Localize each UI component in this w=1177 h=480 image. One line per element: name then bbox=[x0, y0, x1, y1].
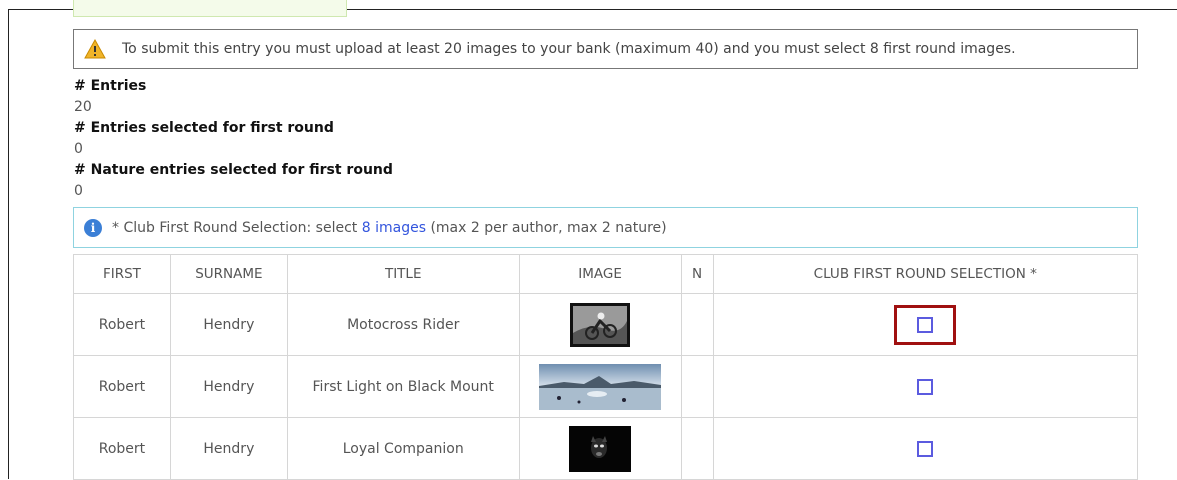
cell-first: Robert bbox=[73, 355, 171, 418]
cell-n bbox=[680, 355, 714, 418]
info-circle-icon: i bbox=[84, 218, 102, 237]
entries-table: FIRST SURNAME TITLE IMAGE N CLUB FIRST R… bbox=[73, 254, 1138, 480]
cell-title: First Light on Black Mount bbox=[286, 355, 520, 418]
cell-surname: Hendry bbox=[169, 417, 288, 480]
table-row: Robert Hendry Motocross Rider bbox=[73, 293, 1138, 356]
cell-first: Robert bbox=[73, 417, 171, 480]
stat-value-nature-selected: 0 bbox=[74, 183, 83, 199]
info-suffix: (max 2 per author, max 2 nature) bbox=[430, 219, 667, 236]
selection-checkbox[interactable] bbox=[917, 440, 934, 457]
header-image: IMAGE bbox=[518, 254, 682, 294]
table-row: Robert Hendry Loyal Companion bbox=[73, 417, 1138, 480]
warning-text: To submit this entry you must upload at … bbox=[122, 41, 1016, 57]
stat-label-entries: # Entries bbox=[74, 78, 147, 94]
selection-checkbox[interactable] bbox=[917, 378, 934, 395]
cell-selection bbox=[712, 417, 1138, 480]
entry-stats: # Entries 20 # Entries selected for firs… bbox=[74, 76, 393, 202]
images-link[interactable]: 8 images bbox=[362, 220, 426, 236]
cell-surname: Hendry bbox=[169, 355, 288, 418]
warning-triangle-icon bbox=[84, 39, 106, 59]
highlight-box bbox=[894, 304, 957, 345]
cell-first: Robert bbox=[73, 293, 171, 356]
success-banner-edge bbox=[73, 0, 347, 17]
thumbnail-first-light[interactable] bbox=[539, 363, 662, 410]
thumbnail-motocross-rider[interactable] bbox=[570, 302, 631, 347]
cell-n bbox=[680, 417, 714, 480]
cell-selection bbox=[712, 355, 1138, 418]
cell-surname: Hendry bbox=[169, 293, 288, 356]
stat-label-selected: # Entries selected for first round bbox=[74, 120, 334, 136]
warning-alert: To submit this entry you must upload at … bbox=[73, 29, 1138, 69]
cell-n bbox=[680, 293, 714, 356]
stat-label-nature-selected: # Nature entries selected for first roun… bbox=[74, 162, 393, 178]
cell-image bbox=[518, 293, 682, 356]
header-n: N bbox=[680, 254, 714, 294]
table-row: Robert Hendry First Light on Black Mount bbox=[73, 355, 1138, 418]
header-first[interactable]: FIRST bbox=[73, 254, 171, 294]
stat-value-entries: 20 bbox=[74, 99, 92, 115]
cell-selection bbox=[712, 293, 1138, 356]
info-prefix: * Club First Round Selection: select bbox=[112, 219, 358, 236]
info-alert: i * Club First Round Selection: select 8… bbox=[73, 207, 1138, 248]
stat-value-selected: 0 bbox=[74, 141, 83, 157]
cell-title: Motocross Rider bbox=[286, 293, 520, 356]
table-header-row: FIRST SURNAME TITLE IMAGE N CLUB FIRST R… bbox=[73, 254, 1138, 294]
selection-checkbox[interactable] bbox=[917, 316, 934, 333]
thumbnail-loyal-companion[interactable] bbox=[569, 425, 632, 472]
cell-title: Loyal Companion bbox=[286, 417, 520, 480]
cell-image bbox=[518, 355, 682, 418]
header-selection: CLUB FIRST ROUND SELECTION * bbox=[712, 254, 1138, 294]
header-title[interactable]: TITLE bbox=[286, 254, 520, 294]
cell-image bbox=[518, 417, 682, 480]
header-surname[interactable]: SURNAME bbox=[169, 254, 288, 294]
